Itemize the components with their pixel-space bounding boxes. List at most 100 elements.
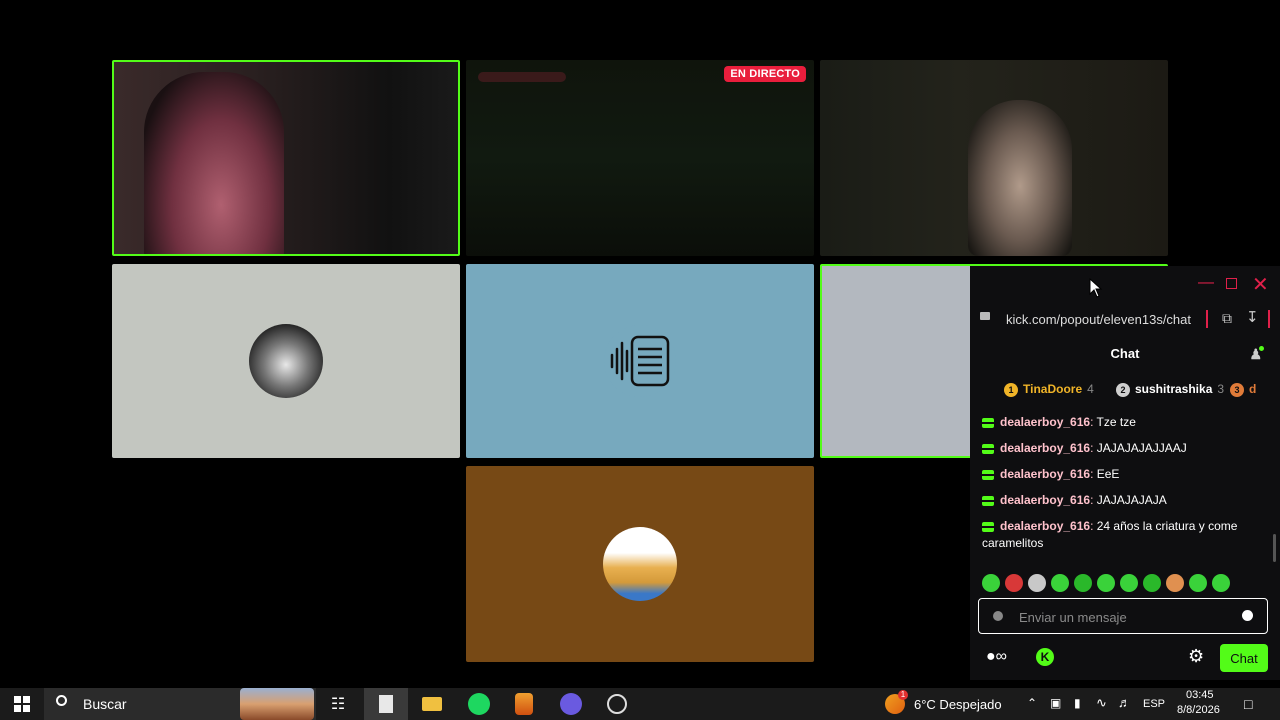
gifter-rank-badge: 2 [1116,383,1130,397]
chat-popup-window[interactable]: — ✕ kick.com/popout/eleven13s/chat ⧉ ↧ C… [970,266,1280,680]
search-icon [56,695,67,706]
taskbar-app-fl-studio-icon[interactable] [502,688,546,720]
download-icon[interactable]: ↧ [1246,308,1259,326]
clock-date[interactable]: 8/8/2026 [1177,704,1220,716]
url-text[interactable]: kick.com/popout/eleven13s/chat [1006,312,1194,327]
emote-picker-row[interactable] [982,574,1235,594]
extensions-icon[interactable]: ⧉ [1222,310,1232,327]
weather-text[interactable]: 6°C Despejado [914,697,1002,712]
send-chat-button[interactable]: Chat [1220,644,1268,672]
tray-app-icon[interactable]: ▣ [1050,696,1061,710]
url-divider-right [1268,310,1270,328]
emote-icon[interactable] [1189,574,1207,592]
taskbar-app-obs-icon[interactable] [595,688,639,720]
taskbar-search-box[interactable]: Buscar [44,688,316,720]
emote-icon[interactable] [982,574,1000,592]
emote-icon[interactable] [1166,574,1184,592]
kick-logo-icon[interactable]: K [1036,648,1054,666]
notification-center-icon[interactable]: □ [1244,696,1252,712]
chat-username[interactable]: dealaerboy_616 [1000,441,1090,455]
shield-icon [993,611,1003,621]
emote-icon[interactable] [1028,574,1046,592]
chat-username[interactable]: dealaerboy_616 [1000,493,1090,507]
gifter-count: 3 [1217,382,1225,396]
subscriber-badge-icon [982,495,994,506]
gifter-count: 4 [1087,382,1094,396]
taskbar-app-file-explorer-icon[interactable] [410,688,454,720]
subscriber-badge-icon [982,521,994,532]
taskbar-app-discord-icon[interactable] [549,688,593,720]
tray-overflow-chevron-icon[interactable]: ⌃ [1027,696,1037,710]
audio-tile-participant-7[interactable] [466,466,814,662]
emote-icon[interactable] [1143,574,1161,592]
network-icon[interactable]: ∿ [1096,695,1107,711]
gifter-rank-badge: 3 [1230,383,1244,397]
gifter-name: d [1249,382,1257,396]
subscriber-badge-icon [982,443,994,454]
chat-username[interactable]: dealaerboy_616 [1000,415,1090,429]
chat-message-text: EeE [1093,467,1120,481]
taskbar-app-notepad-icon[interactable] [364,688,408,720]
clock-time[interactable]: 03:45 [1186,689,1214,701]
participant-4-avatar [249,324,323,398]
lock-icon [980,312,990,320]
url-bar[interactable]: kick.com/popout/eleven13s/chat ⧉ ↧ [970,304,1280,334]
emote-icon[interactable] [1212,574,1230,592]
subscriber-badge-icon [982,469,994,480]
emote-icon[interactable] [1074,574,1092,592]
input-language[interactable]: ESP [1143,698,1165,710]
microphone-icon[interactable]: ▮ [1074,696,1081,710]
chat-message: dealaerboy_616: JAJAJAJAJA [982,492,1264,509]
url-divider [1206,310,1208,328]
subscriber-badge-icon [982,417,994,428]
popup-titlebar[interactable]: — ✕ [970,266,1280,304]
top-gifters-bar: 1 TinaDoore 4 2 sushitrashika 3 3 d [970,378,1280,402]
windows-logo-icon [14,696,30,712]
windows-taskbar: Buscar ☷ 1 6°C Despejado ⌃ ▣ ▮ ∿ ♬ ESP 0… [0,688,1280,720]
emote-icon[interactable] [1051,574,1069,592]
gifter-rank-badge: 1 [1004,383,1018,397]
chat-messages-list: dealaerboy_616: Tze tze dealaerboy_616: J… [982,414,1264,561]
emote-icon[interactable] [1005,574,1023,592]
gifter-entry[interactable]: 2 sushitrashika 3 [1116,382,1224,397]
settings-gear-icon[interactable]: ⚙ [1188,646,1204,667]
close-icon[interactable]: ✕ [1252,272,1269,297]
online-dot [1259,346,1264,351]
chat-header: Chat ♟ [970,346,1280,368]
chat-message-text: JAJAJAJAJA [1093,493,1167,507]
video-tile-game-screen[interactable]: EN DIRECTO [466,60,814,256]
video-tile-participant-1[interactable] [112,60,460,256]
participant-7-avatar [603,527,677,601]
chat-bottom-bar: ●∞ K ⚙ Chat [970,644,1280,674]
search-highlight-image [240,688,314,720]
chat-input-box[interactable] [978,598,1268,634]
minimize-icon[interactable]: — [1198,274,1214,292]
participant-1-video [144,72,284,254]
start-button[interactable] [0,688,44,720]
volume-icon[interactable]: ♬ [1118,695,1131,710]
gifter-entry[interactable]: 3d [1230,382,1261,397]
participant-5-avatar [604,325,676,397]
chat-username[interactable]: dealaerboy_616 [1000,519,1090,533]
audio-tile-participant-5[interactable] [466,264,814,458]
channel-points-icon[interactable]: ●∞ [986,648,1007,666]
chat-message: dealaerboy_616: EeE [982,466,1264,483]
task-view-icon[interactable]: ☷ [316,688,360,720]
chat-username[interactable]: dealaerboy_616 [1000,467,1090,481]
video-tile-participant-3[interactable] [820,60,1168,256]
chat-scrollbar[interactable] [1273,534,1276,562]
maximize-icon[interactable] [1226,278,1237,289]
mouse-cursor-icon [1089,278,1103,298]
taskbar-app-spotify-icon[interactable] [457,688,501,720]
chat-message-text: JAJAJAJAJJAAJ [1093,441,1187,455]
emote-icon[interactable] [1120,574,1138,592]
chat-title: Chat [1110,346,1140,361]
chat-message: dealaerboy_616: JAJAJAJAJJAAJ [982,440,1264,457]
chat-message-input[interactable] [1017,606,1241,628]
emoji-icon[interactable] [1242,610,1253,621]
emote-icon[interactable] [1097,574,1115,592]
gifter-entry[interactable]: 1 TinaDoore 4 [1004,382,1094,397]
live-badge: EN DIRECTO [724,66,806,82]
audio-tile-participant-4[interactable] [112,264,460,458]
participant-3-video [968,100,1072,256]
